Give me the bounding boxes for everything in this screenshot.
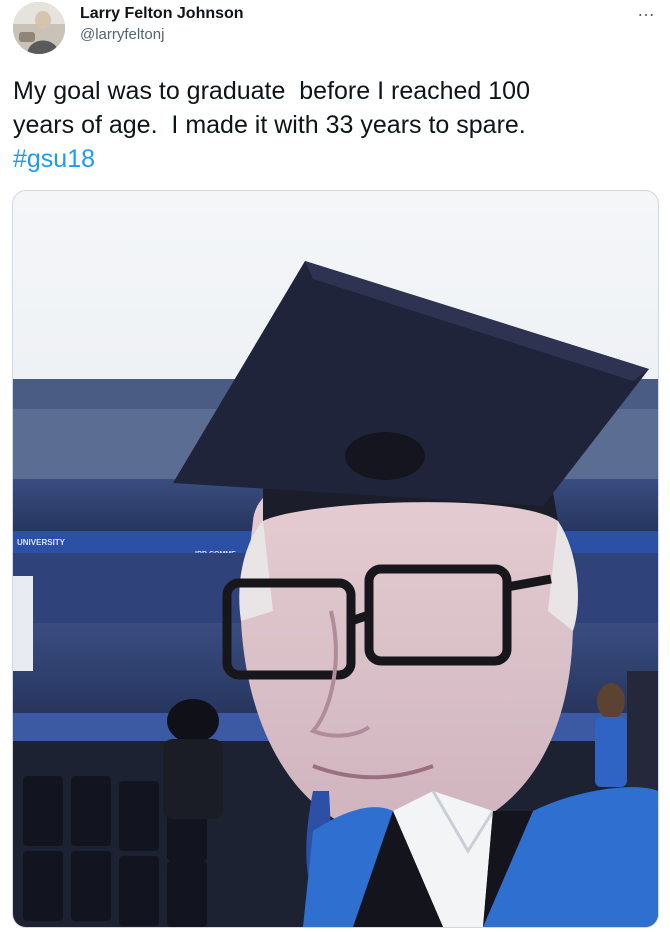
tweet-text-line-2: years of age. I made it with 33 years to…: [13, 111, 526, 139]
more-options-icon[interactable]: …: [637, 0, 656, 20]
stadium-sign-left: UNIVERSITY: [17, 538, 66, 547]
graduation-selfie-image: UNIVERSITY IRD COMME: [13, 191, 658, 927]
author-avatar[interactable]: [13, 2, 65, 54]
avatar-photo: [13, 2, 65, 54]
tweet-card: Larry Felton Johnson @larryfeltonj … My …: [0, 0, 670, 932]
author-display-name[interactable]: Larry Felton Johnson: [80, 4, 244, 24]
tweet-text: My goal was to graduate before I reached…: [13, 74, 643, 176]
tweet-text-line-1: My goal was to graduate before I reached…: [13, 77, 530, 105]
author-handle[interactable]: @larryfeltonj: [80, 25, 244, 45]
author-block: Larry Felton Johnson @larryfeltonj: [80, 4, 244, 45]
tweet-photo[interactable]: UNIVERSITY IRD COMME: [12, 190, 659, 928]
hashtag-link[interactable]: #gsu18: [13, 145, 95, 173]
